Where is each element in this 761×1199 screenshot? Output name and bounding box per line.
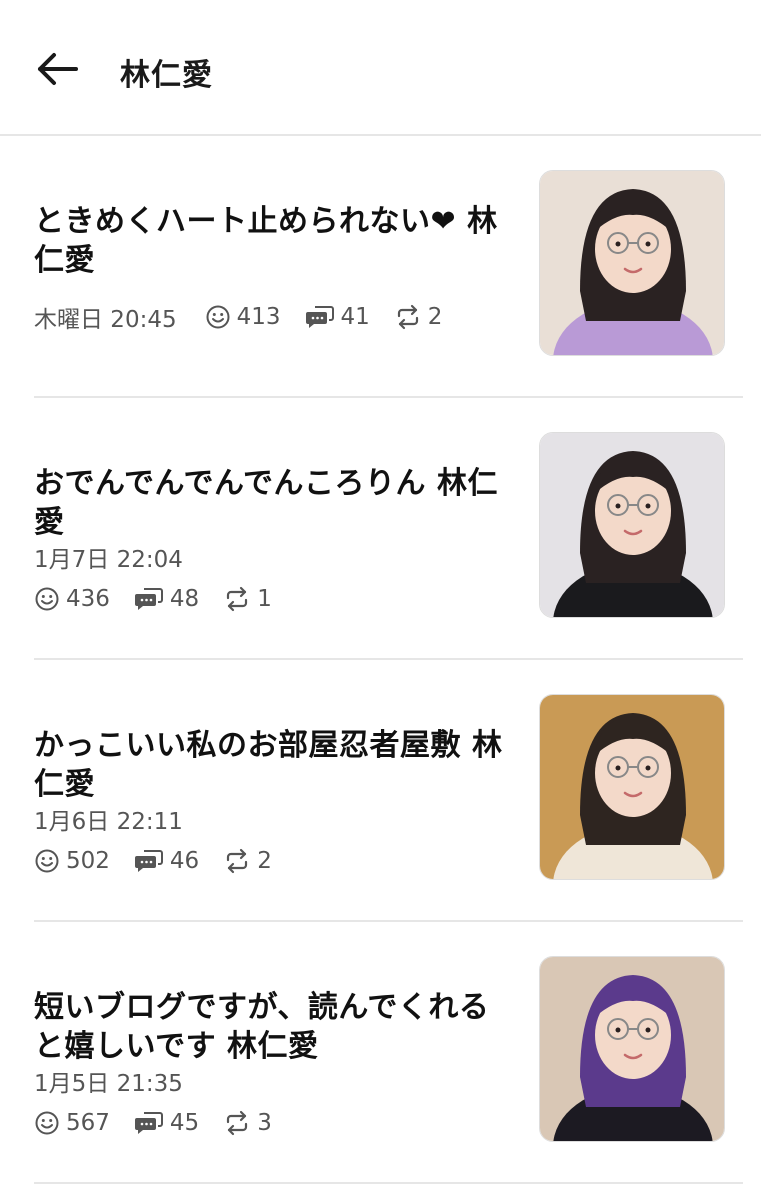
- post-date: 1月5日 21:35: [34, 1071, 183, 1097]
- post-meta-date: 1月6日 22:11: [34, 802, 183, 836]
- post-date: 1月7日 22:04: [34, 547, 183, 573]
- back-button[interactable]: [30, 44, 86, 94]
- smiley-icon: [35, 1111, 59, 1135]
- reblog-count[interactable]: 2: [394, 304, 443, 330]
- comment-count[interactable]: 48: [134, 586, 199, 612]
- post-item[interactable]: ときめくハート止められない❤ 林仁愛木曜日 20:45 413 41 2: [34, 136, 743, 398]
- page-title: 林仁愛: [120, 58, 213, 93]
- post-thumbnail[interactable]: [539, 432, 725, 618]
- reblog-count-value: 2: [257, 848, 272, 874]
- repeat-icon: [227, 848, 248, 874]
- smiley-icon: [35, 849, 59, 873]
- app-header: 林仁愛: [0, 0, 761, 136]
- reaction-count[interactable]: 413: [205, 304, 281, 330]
- repeat-icon: [227, 586, 248, 612]
- arrow-left-icon: [38, 53, 78, 85]
- photo-thumbnail-icon: [540, 957, 724, 1141]
- post-list: ときめくハート止められない❤ 林仁愛木曜日 20:45 413 41 2 おでんでんでん…: [0, 136, 761, 1184]
- smiley-icon: [35, 587, 59, 611]
- post-item[interactable]: かっこいい私のお部屋忍者屋敷 林仁愛 1月6日 22:11 502 46 2: [34, 660, 743, 922]
- post-meta-date: 1月7日 22:04: [34, 540, 183, 574]
- reaction-count-value: 413: [236, 304, 281, 330]
- post-title[interactable]: おでんでんでんでんころりん 林仁愛: [34, 464, 504, 542]
- reblog-count-value: 2: [427, 304, 443, 330]
- smiley-icon: [206, 305, 230, 329]
- post-title[interactable]: かっこいい私のお部屋忍者屋敷 林仁愛: [34, 726, 504, 804]
- comment-count[interactable]: 45: [134, 1110, 199, 1136]
- post-meta-date: 1月5日 21:35: [34, 1064, 183, 1098]
- comment-count-value: 45: [169, 1110, 200, 1136]
- comment-count[interactable]: 41: [305, 304, 370, 330]
- post-item[interactable]: 短いブログですが、読んでくれると嬉しいです 林仁愛 1月5日 21:35 567 45…: [34, 922, 743, 1184]
- post-title[interactable]: ときめくハート止められない❤ 林仁愛: [34, 202, 504, 280]
- reaction-count[interactable]: 436: [34, 586, 110, 612]
- post-item[interactable]: おでんでんでんでんころりん 林仁愛 1月7日 22:04 436 48 1: [34, 398, 743, 660]
- post-thumbnail[interactable]: [539, 956, 725, 1142]
- photo-thumbnail-icon: [540, 171, 724, 355]
- reaction-count[interactable]: 567: [34, 1110, 110, 1136]
- reblog-count-value: 3: [257, 1110, 272, 1136]
- comment-icon: [305, 306, 334, 328]
- post-date: 1月6日 22:11: [34, 809, 183, 835]
- reaction-count-value: 436: [66, 586, 110, 612]
- post-meta: 436 48 1: [34, 586, 296, 612]
- photo-thumbnail-icon: [540, 695, 724, 879]
- post-thumbnail[interactable]: [539, 170, 725, 356]
- post-meta: 木曜日 20:45 413 41 2: [34, 300, 466, 334]
- post-thumbnail[interactable]: [539, 694, 725, 880]
- post-title[interactable]: 短いブログですが、読んでくれると嬉しいです 林仁愛: [34, 988, 504, 1066]
- post-meta: 567 45 3: [34, 1110, 296, 1136]
- reblog-count-value: 1: [257, 586, 272, 612]
- comment-icon: [134, 588, 163, 610]
- photo-thumbnail-icon: [540, 433, 724, 617]
- reblog-count[interactable]: 3: [223, 1110, 272, 1136]
- comment-icon: [134, 850, 163, 872]
- reblog-count[interactable]: 2: [223, 848, 272, 874]
- reaction-count[interactable]: 502: [34, 848, 110, 874]
- repeat-icon: [397, 304, 418, 330]
- comment-count-value: 46: [169, 848, 200, 874]
- reblog-count[interactable]: 1: [223, 586, 272, 612]
- comment-count-value: 48: [169, 586, 200, 612]
- comment-count-value: 41: [340, 304, 370, 330]
- post-meta: 502 46 2: [34, 848, 296, 874]
- repeat-icon: [227, 1110, 248, 1136]
- reaction-count-value: 567: [66, 1110, 110, 1136]
- reaction-count-value: 502: [66, 848, 110, 874]
- comment-icon: [134, 1112, 163, 1134]
- post-date: 木曜日 20:45: [34, 307, 177, 333]
- comment-count[interactable]: 46: [134, 848, 199, 874]
